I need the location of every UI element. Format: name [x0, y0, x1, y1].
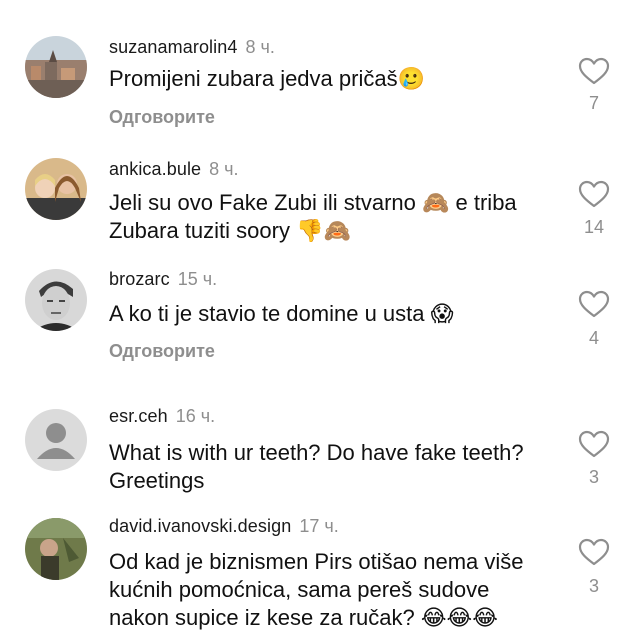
avatar-city-image	[25, 36, 87, 98]
heart-outline-icon[interactable]	[578, 538, 610, 566]
default-avatar-icon	[25, 409, 87, 471]
like-count: 14	[583, 217, 605, 237]
heart-outline-icon[interactable]	[578, 430, 610, 458]
avatar[interactable]	[25, 36, 87, 98]
username[interactable]: brozarc	[109, 269, 170, 289]
avatar[interactable]	[25, 269, 87, 331]
comment-meta: brozarc 15 ч.	[109, 268, 217, 290]
comment-meta: esr.ceh 16 ч.	[109, 405, 215, 427]
like-count: 3	[588, 576, 599, 596]
comment-meta: suzanamarolin4 8 ч.	[109, 36, 275, 58]
comment-text: A ko ti je stavio te domine u usta 😱	[109, 301, 454, 326]
like-count: 7	[588, 93, 599, 113]
username[interactable]: david.ivanovski.design	[109, 516, 291, 536]
timestamp: 16 ч.	[175, 406, 216, 426]
timestamp: 17 ч.	[299, 516, 339, 536]
reply-button[interactable]: Одговорите	[109, 340, 215, 362]
reply-button[interactable]: Одговорите	[109, 106, 215, 128]
heart-outline-icon[interactable]	[578, 180, 610, 208]
username[interactable]: esr.ceh	[109, 406, 168, 426]
avatar[interactable]	[25, 518, 87, 580]
avatar-outdoor-image	[25, 518, 87, 580]
comment-text: Promijeni zubara jedva pričaš🥲	[109, 66, 425, 91]
heart-outline-icon[interactable]	[578, 57, 610, 85]
username[interactable]: suzanamarolin4	[109, 37, 237, 57]
comment-text: Od kad je biznismen Pirs otišao nema viš…	[109, 549, 524, 630]
timestamp: 8 ч.	[209, 159, 239, 179]
avatar-portrait-image	[25, 269, 87, 331]
heart-outline-icon[interactable]	[578, 290, 610, 318]
comment-text: Jeli su ovo Fake Zubi ili stvarno 🙈 e tr…	[109, 190, 517, 243]
avatar[interactable]	[25, 158, 87, 220]
timestamp: 8 ч.	[245, 37, 275, 57]
like-count: 4	[588, 328, 599, 348]
comment-meta: david.ivanovski.design 17 ч.	[109, 515, 339, 537]
comment-meta: ankica.bule 8 ч.	[109, 158, 239, 180]
comment-text: What is with ur teeth? Do have fake teet…	[109, 440, 524, 493]
avatar-people-image	[25, 158, 87, 220]
like-count: 3	[588, 467, 599, 487]
username[interactable]: ankica.bule	[109, 159, 201, 179]
avatar[interactable]	[25, 409, 87, 471]
timestamp: 15 ч.	[177, 269, 218, 289]
